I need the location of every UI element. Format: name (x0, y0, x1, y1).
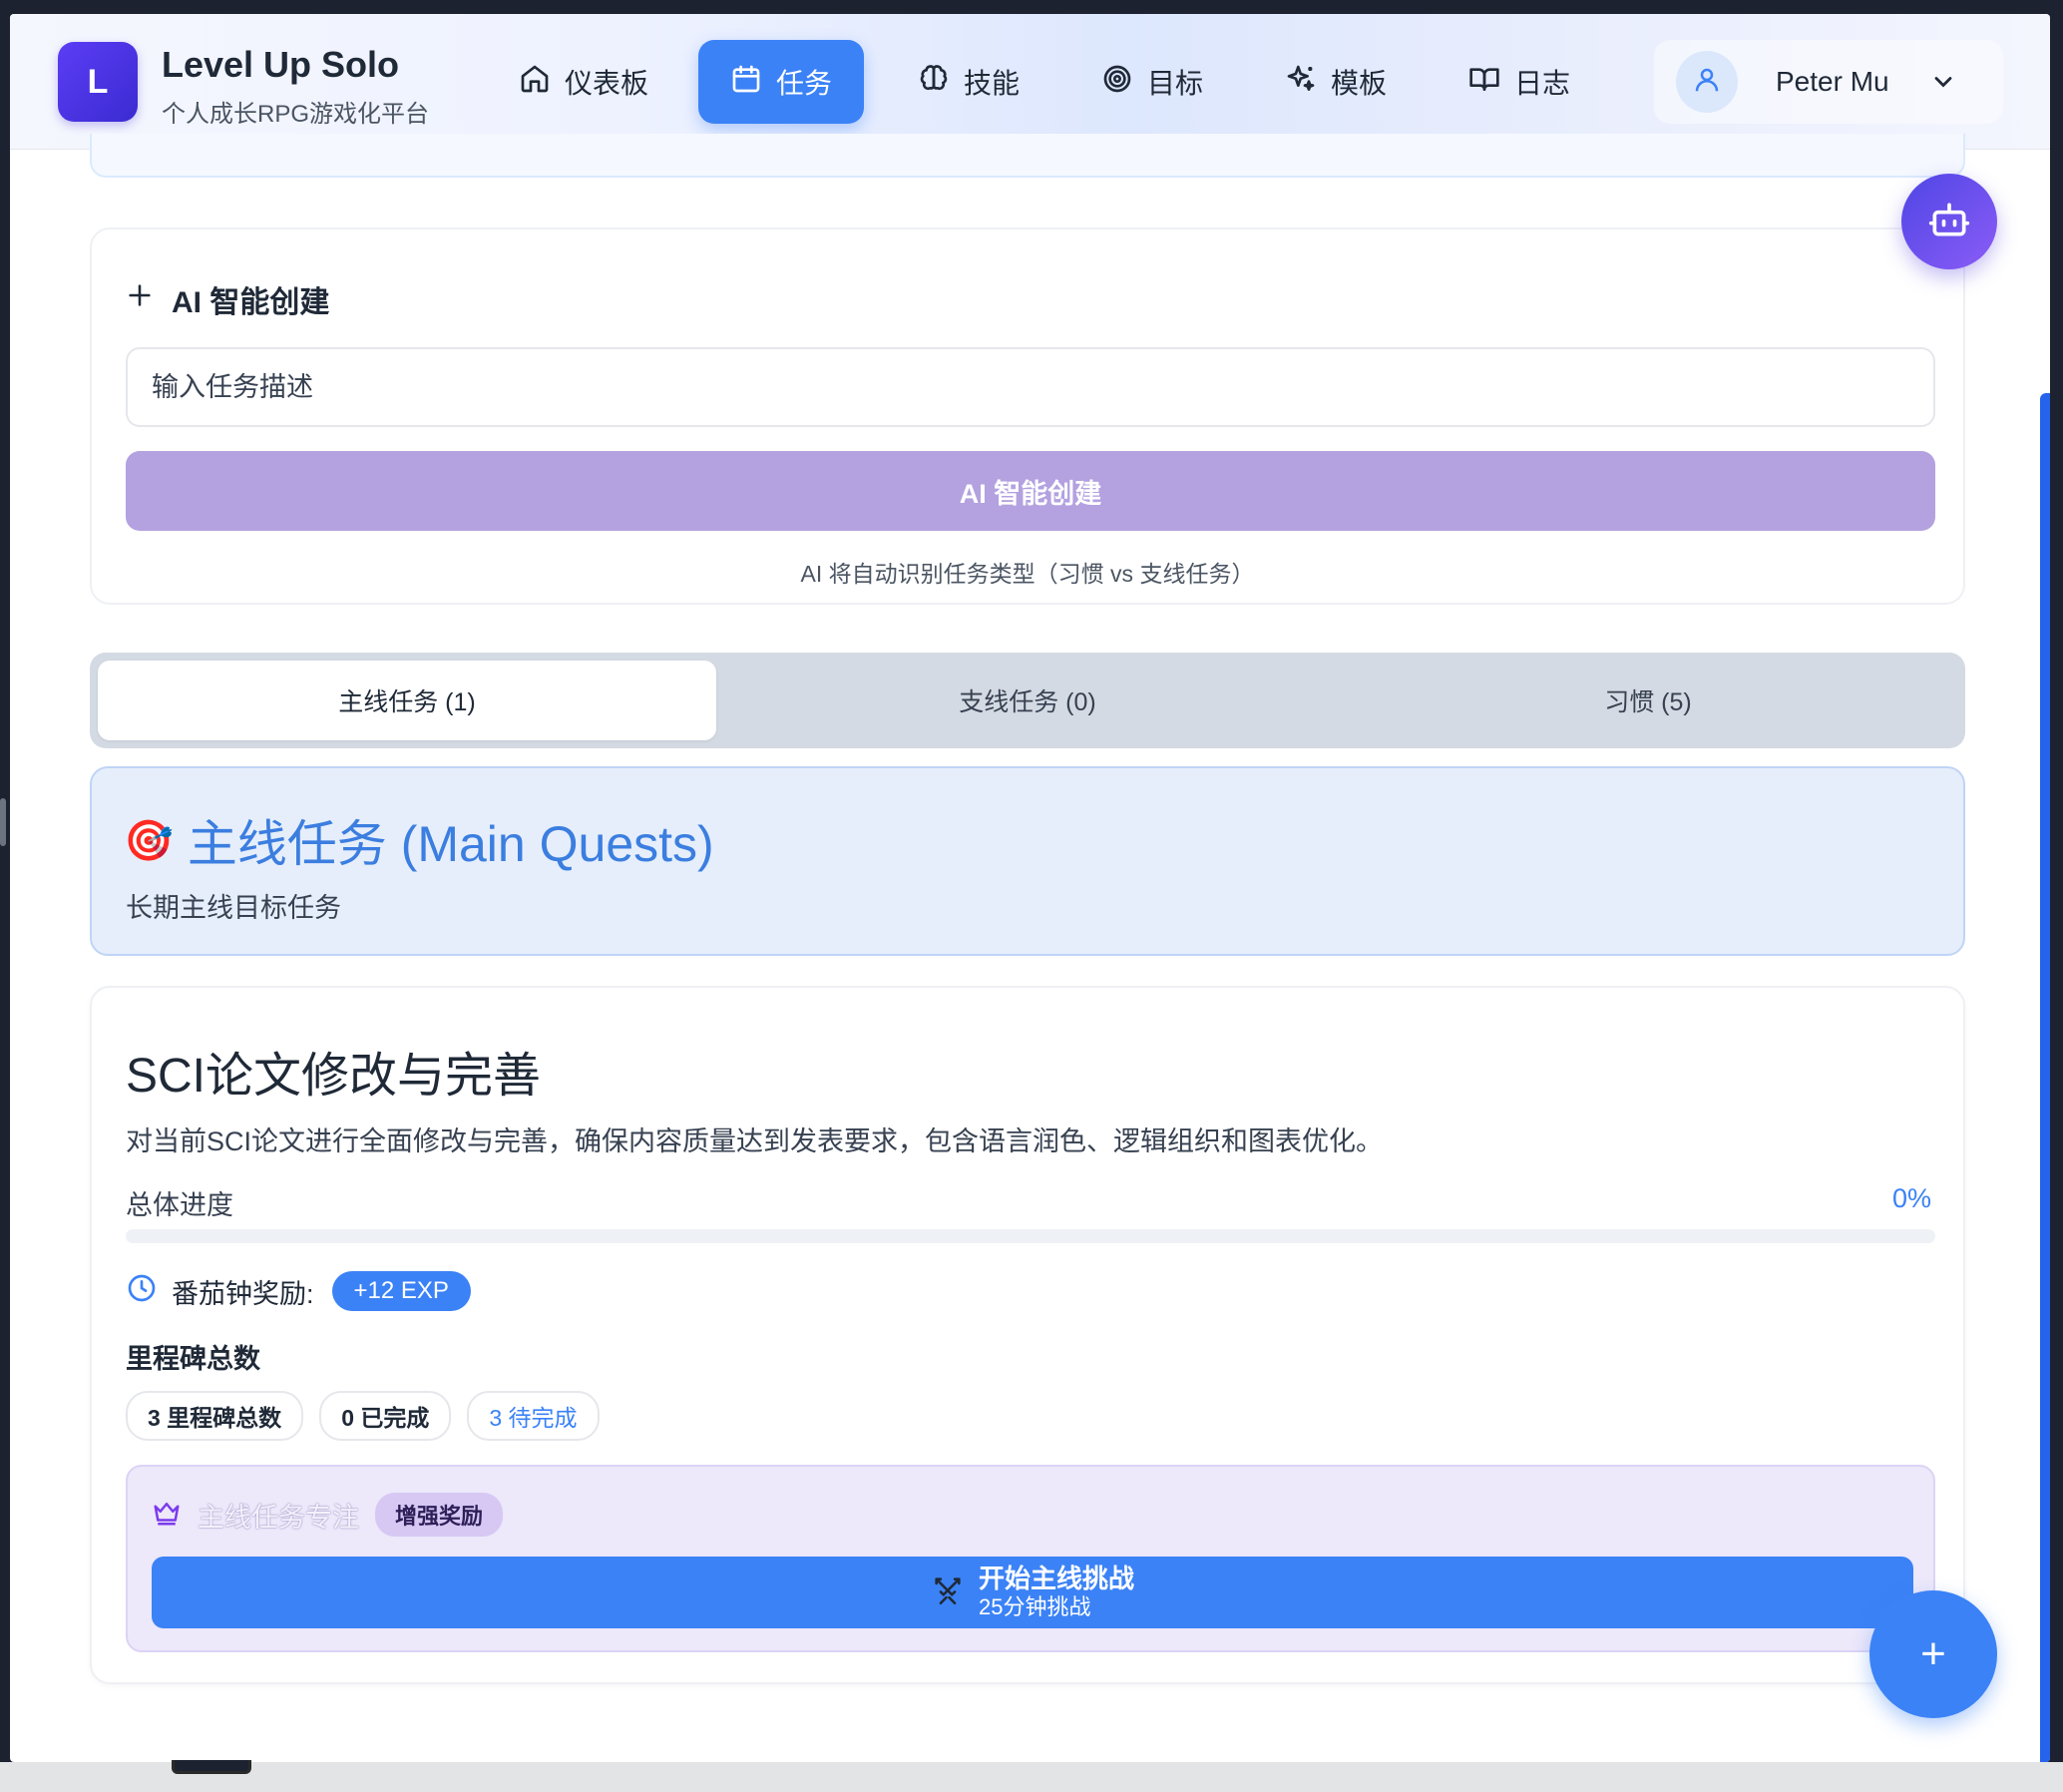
milestones-pending-pill: 3 待完成 (467, 1391, 600, 1441)
user-menu[interactable]: Peter Mu (1654, 40, 2003, 124)
tab-side-quests[interactable]: 支线任务 (0) (718, 661, 1337, 740)
nav-skills[interactable]: 技能 (886, 40, 1051, 124)
quest-card[interactable]: SCI论文修改与完善 对当前SCI论文进行全面修改与完善，确保内容质量达到发表要… (90, 986, 1965, 1684)
exp-badge: +12 EXP (331, 1271, 471, 1311)
resize-handle[interactable] (0, 798, 6, 846)
sparkles-icon (1285, 63, 1317, 102)
previous-card-edge (90, 134, 1965, 178)
ai-assistant-button[interactable] (1901, 174, 1997, 269)
bot-icon (1927, 198, 1971, 246)
start-main-challenge-button[interactable]: 开始主线挑战 25分钟挑战 (152, 1557, 1913, 1628)
progress-label: 总体进度 (126, 1190, 233, 1220)
scrollbar[interactable] (2040, 393, 2050, 1762)
milestones-total-pill: 3 里程碑总数 (126, 1391, 304, 1441)
nav-dashboard[interactable]: 仪表板 (487, 40, 680, 124)
home-icon (519, 63, 551, 102)
add-task-fab[interactable]: + (1869, 1590, 1997, 1718)
main-quests-banner: 🎯 主线任务 (Main Quests) 长期主线目标任务 (90, 766, 1965, 956)
app-window: L Level Up Solo 个人成长RPG游戏化平台 仪表板 任务 技能 目… (10, 14, 2050, 1762)
user-icon (1692, 65, 1722, 100)
crossed-swords-icon (931, 1573, 965, 1612)
clock-icon (126, 1272, 158, 1311)
nav-tasks-label: 任务 (776, 68, 833, 99)
quest-title: SCI论文修改与完善 (126, 1050, 542, 1103)
quest-type-tabs: 主线任务 (1) 支线任务 (0) 习惯 (5) (90, 653, 1965, 748)
progress-bar (126, 1229, 1935, 1243)
quest-description: 对当前SCI论文进行全面修改与完善，确保内容质量达到发表要求，包含语言润色、逻辑… (126, 1126, 1384, 1156)
main-quests-subtitle: 长期主线目标任务 (126, 893, 341, 923)
ai-create-title-text: AI 智能创建 (172, 286, 330, 319)
nav-tasks[interactable]: 任务 (698, 40, 865, 124)
main-quests-title: 🎯 主线任务 (Main Quests) (124, 804, 714, 876)
pomodoro-reward-label: 番茄钟奖励: (172, 1278, 314, 1309)
chevron-down-icon[interactable] (1929, 68, 1957, 96)
target-emoji-icon: 🎯 (124, 818, 174, 863)
user-name: Peter Mu (1776, 66, 1889, 97)
target-icon (1101, 63, 1133, 102)
ai-create-title: AI 智能创建 (126, 277, 329, 321)
milestones-completed-pill: 0 已完成 (319, 1391, 452, 1441)
nav-journal-label: 日志 (1514, 68, 1571, 99)
main-quests-title-text: 主线任务 (Main Quests) (187, 816, 714, 872)
ai-create-hint: AI 将自动识别任务类型（习惯 vs 支线任务） (800, 561, 1255, 587)
book-open-icon (1468, 63, 1500, 102)
challenge-button-duration: 25分钟挑战 (978, 1594, 1091, 1620)
nav-goals-label: 目标 (1147, 68, 1204, 99)
app-logo[interactable]: L (58, 42, 138, 122)
focus-header: 主线任务专注 增强奖励 (152, 1493, 504, 1537)
bottom-bar (0, 1762, 2063, 1792)
main-quest-focus: 主线任务专注 增强奖励 开始主线挑战 25分钟挑战 (126, 1465, 1935, 1652)
calendar-icon (730, 63, 762, 102)
ai-create-card: AI 智能创建 AI 智能创建 AI 将自动识别任务类型（习惯 vs 支线任务） (90, 227, 1965, 605)
crown-icon (152, 1498, 182, 1533)
avatar (1676, 51, 1738, 113)
tab-habits[interactable]: 习惯 (5) (1339, 661, 1957, 740)
nav-templates[interactable]: 模板 (1253, 40, 1419, 124)
top-header: L Level Up Solo 个人成长RPG游戏化平台 仪表板 任务 技能 目… (10, 14, 2050, 150)
app-subtitle: 个人成长RPG游戏化平台 (162, 101, 430, 128)
nav-templates-label: 模板 (1331, 68, 1388, 99)
nav-journal[interactable]: 日志 (1437, 40, 1602, 124)
focus-title: 主线任务专注 (198, 1502, 359, 1533)
challenge-button-text: 开始主线挑战 25分钟挑战 (979, 1564, 1134, 1621)
tab-main-quests[interactable]: 主线任务 (1) (98, 661, 716, 740)
pomodoro-reward: 番茄钟奖励: +12 EXP (126, 1271, 471, 1311)
progress-value: 0% (1891, 1183, 1931, 1213)
brain-icon (918, 63, 950, 102)
plus-icon (126, 281, 154, 317)
nav-goals[interactable]: 目标 (1069, 40, 1235, 124)
milestone-stats: 3 里程碑总数 0 已完成 3 待完成 (126, 1391, 600, 1441)
ai-create-button[interactable]: AI 智能创建 (126, 451, 1935, 531)
nav-skills-label: 技能 (964, 68, 1021, 99)
bottom-tab-handle[interactable] (172, 1760, 251, 1774)
task-description-input[interactable] (126, 347, 1935, 427)
nav-dashboard-label: 仪表板 (565, 68, 649, 99)
enhanced-reward-badge: 增强奖励 (375, 1493, 504, 1537)
challenge-button-label: 开始主线挑战 (978, 1564, 1134, 1594)
milestones-title: 里程碑总数 (126, 1344, 260, 1374)
app-title: Level Up Solo (162, 44, 400, 85)
